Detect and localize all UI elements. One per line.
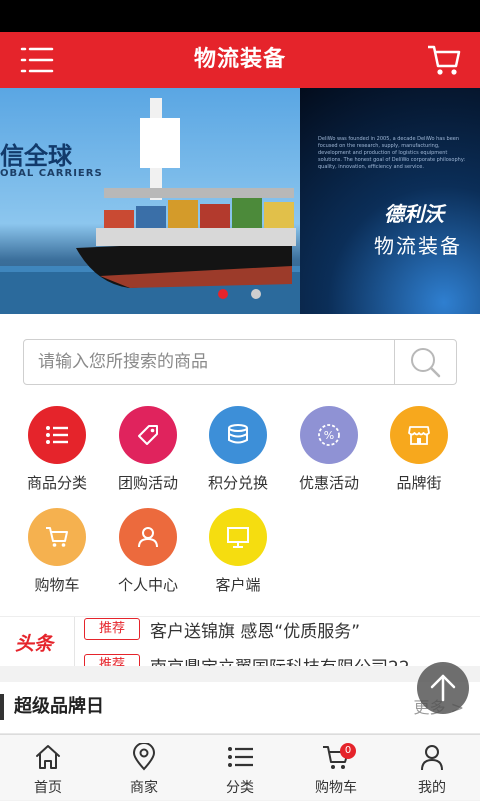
user-icon: [138, 527, 158, 548]
coins-icon: [228, 424, 248, 444]
location-pin-icon: [132, 743, 156, 771]
top-bar: 物流装备: [0, 32, 480, 88]
banner-slide-ship[interactable]: 信全球 OBAL CARRIERS: [0, 88, 300, 314]
category-label: 积分兑换: [207, 474, 268, 492]
banner-carousel[interactable]: 信全球 OBAL CARRIERS DeliWo was founded in …: [0, 88, 480, 314]
category-circle: [390, 406, 448, 464]
category-item-group-buy[interactable]: 团购活动: [103, 406, 193, 493]
tab-label: 我的: [418, 780, 446, 796]
headline-text[interactable]: 南京鼎宝立翼国际科技有限公司22: [150, 653, 410, 666]
headline-tag: 头条: [15, 633, 54, 655]
carousel-dot-active[interactable]: [218, 289, 228, 299]
discount-icon: %: [318, 424, 340, 446]
tab-cart[interactable]: 0 购物车: [288, 735, 384, 801]
category-item-cart[interactable]: 购物车: [12, 508, 102, 595]
tab-label: 首页: [34, 780, 62, 796]
category-label: 购物车: [34, 576, 80, 594]
section-accent-bar: [0, 694, 4, 720]
list-icon: [46, 426, 68, 444]
tab-label: 分类: [226, 780, 254, 796]
divider: [74, 617, 75, 666]
tab-category[interactable]: 分类: [192, 735, 288, 801]
banner-slide1-headline: 信全球: [0, 141, 72, 170]
carousel-dot[interactable]: [251, 289, 261, 299]
recommend-badge: 推荐: [84, 654, 140, 666]
svg-text:%: %: [324, 429, 334, 442]
search-icon: [411, 348, 441, 378]
search-button[interactable]: [394, 340, 456, 384]
category-circle: [28, 406, 86, 464]
shop-icon: [408, 426, 430, 445]
headline-ticker[interactable]: 头条 推荐 客户送锦旗 感恩“优质服务” 推荐 南京鼎宝立翼国际科技有限公司22: [0, 616, 480, 666]
category-item-brand-street[interactable]: 品牌街: [374, 406, 464, 493]
search-input[interactable]: 请输入您所搜索的商品: [38, 340, 208, 384]
main-content: 请输入您所搜索的商品 商品分类 团购活动 积分兑换 % 优惠活动 品牌街 购物车…: [0, 314, 480, 616]
category-circle: [119, 406, 177, 464]
category-item-user-center[interactable]: 个人中心: [103, 508, 193, 595]
category-item-discount[interactable]: % 优惠活动: [284, 406, 374, 493]
cargo-ship-image: [0, 98, 300, 314]
banner-slide1-subtitle: OBAL CARRIERS: [0, 168, 103, 179]
category-item-points[interactable]: 积分兑换: [193, 406, 283, 493]
category-item-goods[interactable]: 商品分类: [12, 406, 102, 493]
cart-icon: [46, 527, 68, 547]
category-label: 商品分类: [26, 474, 87, 492]
category-label: 个人中心: [117, 576, 178, 594]
category-circle: [209, 406, 267, 464]
tag-icon: [138, 425, 158, 445]
bottom-tab-bar: 首页 商家 分类 0 购物车 我的: [0, 734, 480, 800]
back-to-top-button[interactable]: [417, 662, 469, 714]
list-icon: [228, 747, 253, 767]
page-title: 物流装备: [193, 47, 286, 72]
category-label: 品牌街: [396, 474, 442, 492]
category-circle: [28, 508, 86, 566]
recommend-badge: 推荐: [84, 618, 140, 640]
cart-count-badge: 0: [340, 743, 356, 759]
category-label: 优惠活动: [298, 474, 359, 492]
section-header: 超级品牌日 更多 >: [0, 682, 480, 734]
category-item-client[interactable]: 客户端: [193, 508, 283, 595]
banner-slide2-brand: 德利沃: [384, 202, 444, 226]
category-circle: [209, 508, 267, 566]
status-bar: [0, 0, 480, 32]
monitor-icon: [227, 527, 249, 548]
search-box[interactable]: 请输入您所搜索的商品: [23, 339, 457, 385]
tab-label: 商家: [130, 780, 158, 796]
banner-slide2-fine-print: DeliWo was founded in 2005, a decade Del…: [318, 136, 466, 170]
category-circle: [119, 508, 177, 566]
tab-label: 购物车: [315, 780, 357, 796]
tab-mine[interactable]: 我的: [384, 735, 480, 801]
section-title: 超级品牌日: [14, 696, 104, 717]
banner-slide2-name: 物流装备: [374, 234, 462, 258]
category-circle: %: [300, 406, 358, 464]
arrow-up-icon: [430, 674, 456, 702]
tab-merchant[interactable]: 商家: [96, 735, 192, 801]
headline-text[interactable]: 客户送锦旗 感恩“优质服务”: [150, 617, 360, 642]
home-icon: [36, 745, 60, 769]
tab-home[interactable]: 首页: [0, 735, 96, 801]
category-label: 客户端: [215, 576, 261, 594]
user-icon: [421, 745, 443, 771]
cart-icon[interactable]: [426, 42, 462, 78]
category-label: 团购活动: [117, 474, 178, 492]
